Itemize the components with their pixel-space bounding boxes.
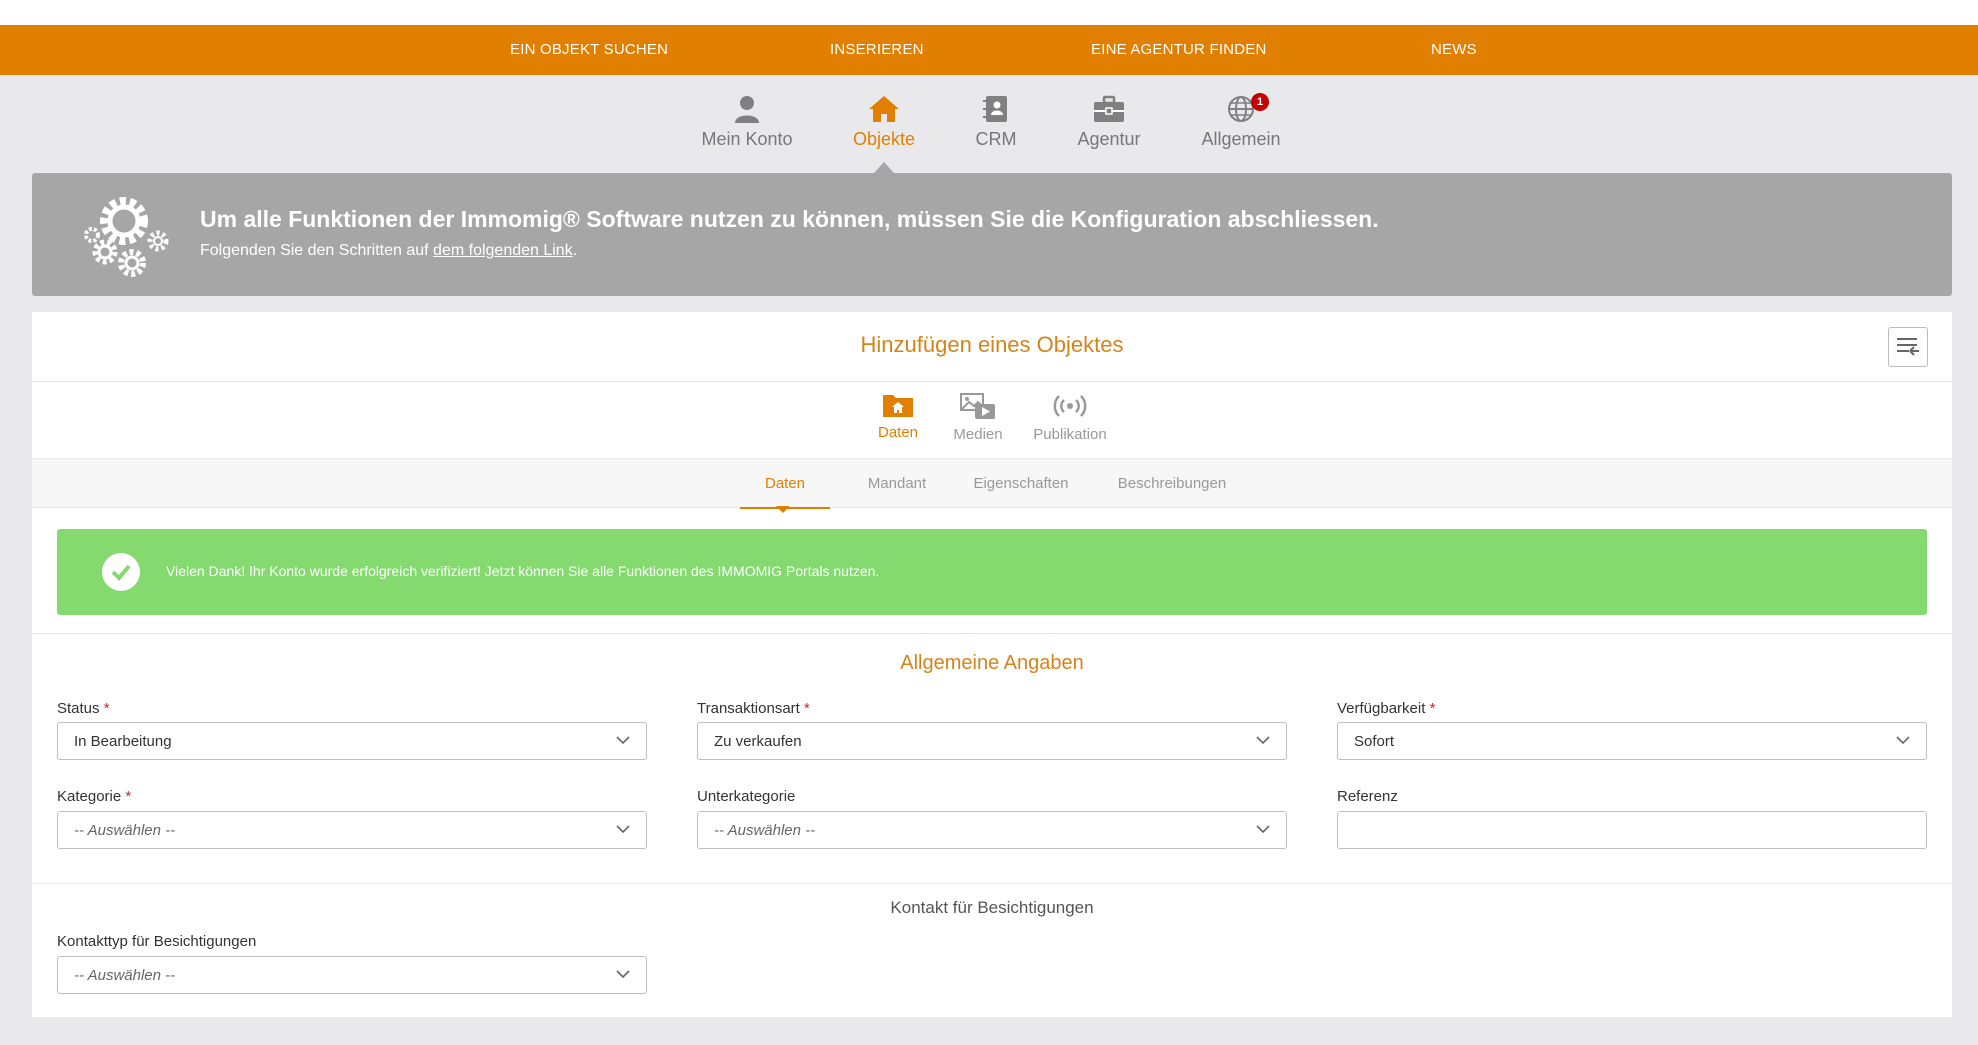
subnav-daten[interactable]: Daten <box>868 392 928 441</box>
unterkategorie-label: Unterkategorie <box>697 788 796 805</box>
transaktionsart-label: Transaktionsart * <box>697 700 810 717</box>
required-marker: * <box>125 788 132 805</box>
tab-eigenschaften[interactable]: Eigenschaften <box>961 459 1081 509</box>
referenz-label: Referenz <box>1337 788 1398 805</box>
success-check-icon <box>102 553 140 591</box>
verfuegbarkeit-value: Sofort <box>1354 733 1395 750</box>
kategorie-label-text: Kategorie <box>57 788 122 805</box>
banner-subtitle: Folgenden Sie den Schritten auf dem folg… <box>200 242 577 260</box>
kategorie-select[interactable]: -- Auswählen -- <box>57 811 647 849</box>
object-form-card: Hinzufügen eines Objektes Daten Medien P… <box>32 312 1952 1017</box>
list-collapse-icon <box>1897 338 1919 356</box>
divider <box>32 633 1952 634</box>
transaktionsart-value: Zu verkaufen <box>714 733 802 750</box>
gears-icon <box>84 197 169 277</box>
top-strip <box>0 0 1978 25</box>
subnav-medien[interactable]: Medien <box>943 392 1013 443</box>
subnav-label: Publikation <box>1033 426 1107 443</box>
tab-daten[interactable]: Daten <box>740 459 830 509</box>
broadcast-icon <box>1053 395 1087 417</box>
main-nav-label: Allgemein <box>1201 129 1281 149</box>
card-title: Hinzufügen eines Objektes <box>860 332 1124 357</box>
transaktionsart-label-text: Transaktionsart <box>697 700 800 717</box>
configuration-link[interactable]: dem folgenden Link <box>433 242 573 259</box>
tab-beschreibungen[interactable]: Beschreibungen <box>1102 459 1242 509</box>
unterkategorie-select[interactable]: -- Auswählen -- <box>697 811 1287 849</box>
success-alert: Vielen Dank! Ihr Konto wurde erfolgreich… <box>57 529 1927 615</box>
nav-link-agentur-finden[interactable]: EINE AGENTUR FINDEN <box>1091 25 1267 75</box>
kontakttyp-label: Kontakttyp für Besichtigungen <box>57 933 257 950</box>
subnav-label: Daten <box>877 424 919 441</box>
chevron-down-icon <box>616 825 630 834</box>
kontakttyp-placeholder: -- Auswählen -- <box>74 967 176 984</box>
briefcase-icon <box>1094 95 1124 122</box>
main-nav-label: Agentur <box>1077 129 1141 149</box>
verfuegbarkeit-select[interactable]: Sofort <box>1337 722 1927 760</box>
banner-title: Um alle Funktionen der Immomig® Software… <box>200 206 1379 232</box>
status-value: In Bearbeitung <box>74 733 172 750</box>
folder-home-icon <box>883 395 913 417</box>
top-navigation: EIN OBJEKT SUCHEN INSERIEREN EINE AGENTU… <box>0 25 1978 75</box>
kategorie-label: Kategorie * <box>57 788 131 805</box>
referenz-input[interactable] <box>1337 811 1927 849</box>
banner-subtitle-suffix: . <box>572 242 578 259</box>
required-marker: * <box>103 700 110 717</box>
nav-link-news[interactable]: NEWS <box>1431 25 1477 75</box>
main-navigation: Mein Konto Objekte CRM Agentur 1 Allgeme… <box>0 75 1978 173</box>
configuration-banner: Um alle Funktionen der Immomig® Software… <box>32 173 1952 296</box>
verfuegbarkeit-label-text: Verfügbarkeit <box>1337 700 1426 717</box>
verfuegbarkeit-label: Verfügbarkeit * <box>1337 700 1435 717</box>
user-icon <box>735 96 759 123</box>
chevron-down-icon <box>616 970 630 979</box>
nav-link-inserieren[interactable]: INSERIEREN <box>830 25 924 75</box>
kategorie-placeholder: -- Auswählen -- <box>74 822 176 839</box>
main-nav-label: Mein Konto <box>701 129 793 149</box>
status-select[interactable]: In Bearbeitung <box>57 722 647 760</box>
kontakttyp-select[interactable]: -- Auswählen -- <box>57 956 647 994</box>
collapse-panel-button[interactable] <box>1888 327 1928 367</box>
required-marker: * <box>804 700 810 717</box>
main-nav-allgemein[interactable]: 1 Allgemein <box>1171 93 1311 150</box>
media-icon <box>960 393 995 419</box>
main-nav-label: CRM <box>975 129 1017 149</box>
notification-badge: 1 <box>1251 93 1269 111</box>
banner-subtitle-prefix: Folgenden Sie den Schritten auf <box>200 242 434 259</box>
tab-bar: Daten Mandant Eigenschaften Beschreibung… <box>32 458 1952 509</box>
status-label: Status * <box>57 700 110 717</box>
chevron-down-icon <box>1896 736 1910 745</box>
main-nav-label: Objekte <box>852 129 916 149</box>
chevron-down-icon <box>616 736 630 745</box>
transaktionsart-select[interactable]: Zu verkaufen <box>697 722 1287 760</box>
divider <box>32 381 1952 382</box>
active-nav-caret <box>874 162 894 173</box>
success-message: Vielen Dank! Ihr Konto wurde erfolgreich… <box>166 563 880 579</box>
active-tab-caret <box>776 506 790 513</box>
section-title-general: Allgemeine Angaben <box>900 652 1084 674</box>
address-book-icon <box>983 96 1007 122</box>
required-marker: * <box>1429 700 1436 717</box>
subnav-label: Medien <box>953 426 1003 443</box>
nav-link-objekt-suchen[interactable]: EIN OBJEKT SUCHEN <box>510 25 668 75</box>
unterkategorie-placeholder: -- Auswählen -- <box>714 822 816 839</box>
chevron-down-icon <box>1256 825 1270 834</box>
chevron-down-icon <box>1256 736 1270 745</box>
main-nav-mein-konto[interactable]: Mein Konto <box>677 95 817 150</box>
divider <box>32 883 1952 884</box>
subnav-publikation[interactable]: Publikation <box>1030 392 1110 443</box>
status-label-text: Status <box>57 700 100 717</box>
main-nav-agentur[interactable]: Agentur <box>1039 95 1179 150</box>
tab-mandant[interactable]: Mandant <box>842 459 952 509</box>
section-title-contact: Kontakt für Besichtigungen <box>890 898 1094 917</box>
home-icon <box>869 96 899 122</box>
